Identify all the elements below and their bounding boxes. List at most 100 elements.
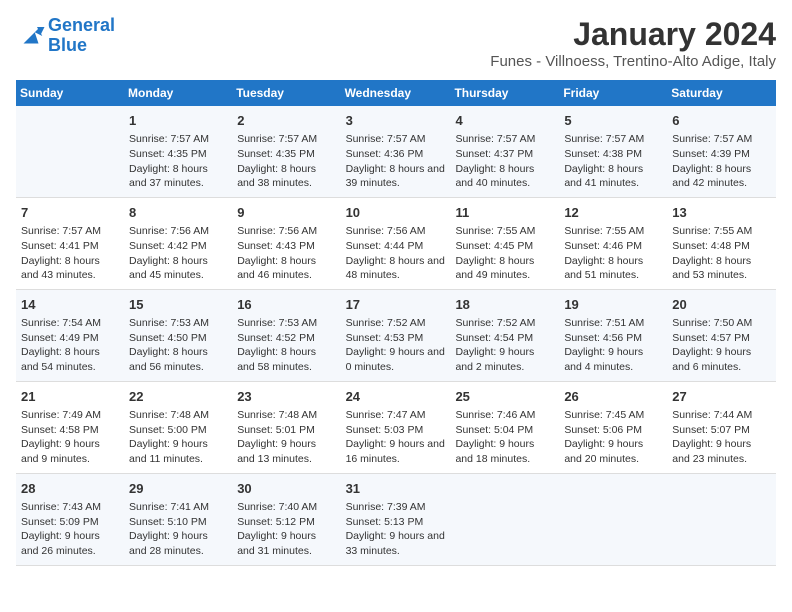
calendar-cell: 16 Sunrise: 7:53 AMSunset: 4:52 PMDayligh… xyxy=(232,289,340,381)
calendar-cell: 12Sunrise: 7:55 AMSunset: 4:46 PMDayligh… xyxy=(559,197,667,289)
sunrise-text: Sunrise: 7:54 AM xyxy=(21,316,119,331)
day-number: 5 xyxy=(564,112,662,130)
day-info: Sunrise: 7:57 AMSunset: 4:37 PMDaylight:… xyxy=(455,132,554,191)
sunrise-text: Sunrise: 7:57 AM xyxy=(564,132,662,147)
day-info: Sunrise: 7:53 AMSunset: 4:50 PMDaylight:… xyxy=(129,316,227,375)
sunrise-text: Sunrise: 7:55 AM xyxy=(564,224,662,239)
day-number: 8 xyxy=(129,204,227,222)
daylight-text: Daylight: 9 hours and 20 minutes. xyxy=(564,437,662,466)
sunset-text: Sunset: 4:37 PM xyxy=(455,147,554,162)
sunset-text: Sunset: 4:48 PM xyxy=(672,239,771,254)
sunrise-text: Sunrise: 7:39 AM xyxy=(346,500,446,515)
daylight-text: Daylight: 8 hours and 43 minutes. xyxy=(21,254,119,283)
sunrise-text: Sunrise: 7:53 AM xyxy=(129,316,227,331)
day-number: 17 xyxy=(346,296,446,314)
sunrise-text: Sunrise: 7:40 AM xyxy=(237,500,335,515)
daylight-text: Daylight: 9 hours and 0 minutes. xyxy=(346,345,446,374)
sunrise-text: Sunrise: 7:55 AM xyxy=(672,224,771,239)
day-number: 1 xyxy=(129,112,227,130)
sunset-text: Sunset: 4:58 PM xyxy=(21,423,119,438)
sunset-text: Sunset: 4:38 PM xyxy=(564,147,662,162)
sunset-text: Sunset: 4:43 PM xyxy=(237,239,335,254)
calendar-cell: 15Sunrise: 7:53 AMSunset: 4:50 PMDayligh… xyxy=(124,289,232,381)
daylight-text: Daylight: 9 hours and 4 minutes. xyxy=(564,345,662,374)
daylight-text: Daylight: 8 hours and 58 minutes. xyxy=(237,345,335,374)
daylight-text: Daylight: 9 hours and 31 minutes. xyxy=(237,529,335,558)
calendar-cell: 17Sunrise: 7:52 AMSunset: 4:53 PMDayligh… xyxy=(341,289,451,381)
sunset-text: Sunset: 5:12 PM xyxy=(237,515,335,530)
day-number: 12 xyxy=(564,204,662,222)
daylight-text: Daylight: 8 hours and 49 minutes. xyxy=(455,254,554,283)
sunrise-text: Sunrise: 7:56 AM xyxy=(346,224,446,239)
sunrise-text: Sunrise: 7:47 AM xyxy=(346,408,446,423)
sunrise-text: Sunrise: 7:43 AM xyxy=(21,500,119,515)
calendar-cell: 6 Sunrise: 7:57 AMSunset: 4:39 PMDaylight… xyxy=(667,106,776,197)
sunset-text: Sunset: 5:13 PM xyxy=(346,515,446,530)
week-row-2: 7Sunrise: 7:57 AMSunset: 4:41 PMDaylight… xyxy=(16,197,776,289)
sunset-text: Sunset: 4:57 PM xyxy=(672,331,771,346)
sunset-text: Sunset: 5:03 PM xyxy=(346,423,446,438)
day-number: 30 xyxy=(237,480,335,498)
sunset-text: Sunset: 5:10 PM xyxy=(129,515,227,530)
sunrise-text: Sunrise: 7:45 AM xyxy=(564,408,662,423)
day-number: 19 xyxy=(564,296,662,314)
day-info: Sunrise: 7:48 AMSunset: 5:00 PMDaylight:… xyxy=(129,408,227,467)
sunset-text: Sunset: 4:49 PM xyxy=(21,331,119,346)
day-info: Sunrise: 7:48 AMSunset: 5:01 PMDaylight:… xyxy=(237,408,335,467)
month-title: January 2024 xyxy=(490,16,776,53)
day-number: 6 xyxy=(672,112,771,130)
sunset-text: Sunset: 5:09 PM xyxy=(21,515,119,530)
calendar-cell: 24 Sunrise: 7:47 AMSunset: 5:03 PMDayligh… xyxy=(341,381,451,473)
day-number: 31 xyxy=(346,480,446,498)
sunrise-text: Sunrise: 7:55 AM xyxy=(455,224,554,239)
sunset-text: Sunset: 4:52 PM xyxy=(237,331,335,346)
day-number: 24 xyxy=(346,388,446,406)
day-header-tuesday: Tuesday xyxy=(232,80,340,106)
daylight-text: Daylight: 8 hours and 37 minutes. xyxy=(129,162,227,191)
day-number: 2 xyxy=(237,112,335,130)
calendar-cell xyxy=(667,473,776,565)
day-number: 26 xyxy=(564,388,662,406)
day-info: Sunrise: 7:57 AMSunset: 4:36 PMDaylight:… xyxy=(346,132,446,191)
week-row-3: 14 Sunrise: 7:54 AMSunset: 4:49 PM Dayligh… xyxy=(16,289,776,381)
calendar-cell: 5Sunrise: 7:57 AMSunset: 4:38 PMDaylight… xyxy=(559,106,667,197)
day-number: 11 xyxy=(455,204,554,222)
daylight-text: Daylight: 9 hours and 2 minutes. xyxy=(455,345,554,374)
calendar-cell: 20 Sunrise: 7:50 AMSunset: 4:57 PMDayligh… xyxy=(667,289,776,381)
day-info: Sunrise: 7:57 AMSunset: 4:39 PMDaylight:… xyxy=(672,132,771,191)
sunrise-text: Sunrise: 7:52 AM xyxy=(346,316,446,331)
sunset-text: Sunset: 4:46 PM xyxy=(564,239,662,254)
week-row-1: 1Sunrise: 7:57 AMSunset: 4:35 PMDaylight… xyxy=(16,106,776,197)
daylight-text: Daylight: 9 hours and 11 minutes. xyxy=(129,437,227,466)
day-number: 23 xyxy=(237,388,335,406)
daylight-text: Daylight: 9 hours and 13 minutes. xyxy=(237,437,335,466)
day-number: 25 xyxy=(455,388,554,406)
day-number: 20 xyxy=(672,296,771,314)
day-info: Sunrise: 7:47 AMSunset: 5:03 PMDaylight:… xyxy=(346,408,446,467)
day-number: 22 xyxy=(129,388,227,406)
logo-icon xyxy=(16,21,46,51)
calendar-cell xyxy=(559,473,667,565)
sunrise-text: Sunrise: 7:57 AM xyxy=(129,132,227,147)
sunrise-text: Sunrise: 7:53 AM xyxy=(237,316,335,331)
sunrise-text: Sunrise: 7:57 AM xyxy=(21,224,119,239)
sunrise-text: Sunrise: 7:57 AM xyxy=(237,132,335,147)
daylight-text: Daylight: 8 hours and 38 minutes. xyxy=(237,162,335,191)
day-number: 4 xyxy=(455,112,554,130)
day-number: 14 xyxy=(21,296,119,314)
sunset-text: Sunset: 4:36 PM xyxy=(346,147,446,162)
calendar-cell: 4 Sunrise: 7:57 AMSunset: 4:37 PMDaylight… xyxy=(450,106,559,197)
day-info: Sunrise: 7:51 AMSunset: 4:56 PMDaylight:… xyxy=(564,316,662,375)
calendar-cell: 19 Sunrise: 7:51 AMSunset: 4:56 PMDayligh… xyxy=(559,289,667,381)
calendar-cell: 1Sunrise: 7:57 AMSunset: 4:35 PMDaylight… xyxy=(124,106,232,197)
day-info: Sunrise: 7:50 AMSunset: 4:57 PMDaylight:… xyxy=(672,316,771,375)
day-info: Sunrise: 7:56 AMSunset: 4:43 PMDaylight:… xyxy=(237,224,335,283)
day-header-saturday: Saturday xyxy=(667,80,776,106)
sunset-text: Sunset: 4:56 PM xyxy=(564,331,662,346)
sunset-text: Sunset: 5:01 PM xyxy=(237,423,335,438)
daylight-text: Daylight: 8 hours and 45 minutes. xyxy=(129,254,227,283)
day-number: 21 xyxy=(21,388,119,406)
day-number: 16 xyxy=(237,296,335,314)
calendar-cell: 26Sunrise: 7:45 AMSunset: 5:06 PMDayligh… xyxy=(559,381,667,473)
daylight-text: Daylight: 9 hours and 23 minutes. xyxy=(672,437,771,466)
